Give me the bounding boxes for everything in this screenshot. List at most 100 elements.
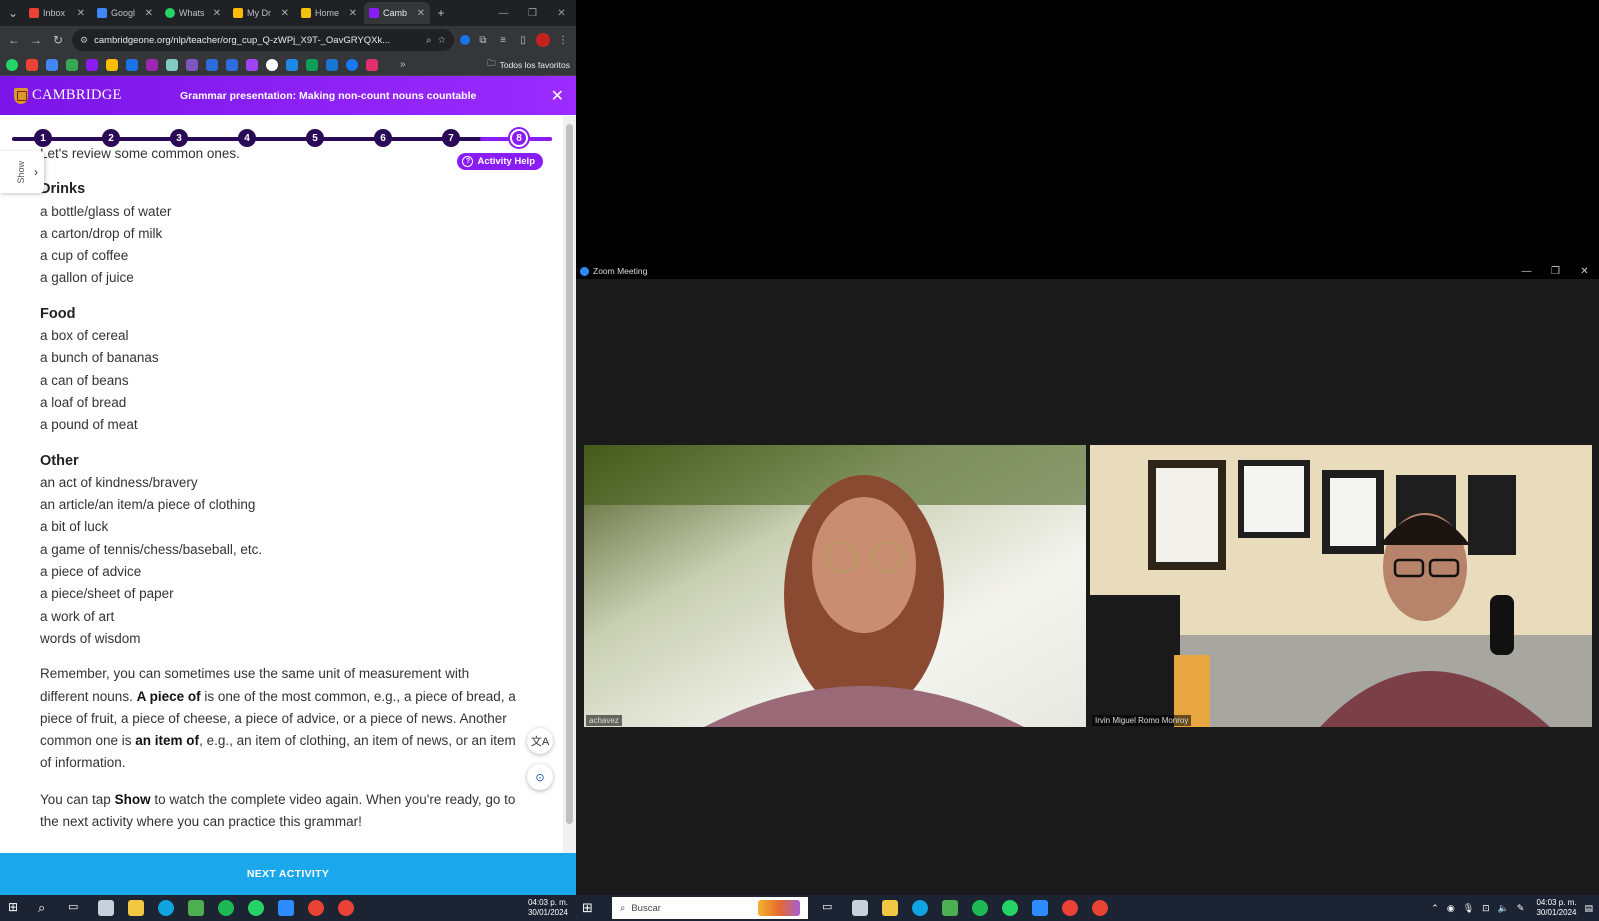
close-icon[interactable]: ✕ xyxy=(213,8,221,19)
chrome-icon[interactable] xyxy=(308,900,324,916)
chrome-profile-icon[interactable] xyxy=(1092,900,1108,916)
facebook-bookmark-icon[interactable] xyxy=(346,58,358,71)
close-icon[interactable]: ✕ xyxy=(417,8,425,19)
spotify-icon[interactable] xyxy=(218,900,234,916)
windows-start-icon[interactable]: ⊞ xyxy=(582,900,598,916)
close-icon[interactable]: ✕ xyxy=(349,8,357,19)
media-icon[interactable]: ≡ xyxy=(496,33,510,47)
profile-avatar[interactable] xyxy=(536,33,550,47)
minecraft-icon[interactable] xyxy=(942,900,958,916)
minecraft-icon[interactable] xyxy=(188,900,204,916)
app-icon[interactable] xyxy=(852,900,868,916)
whatsapp-icon[interactable] xyxy=(248,900,264,916)
bookmark-icon[interactable] xyxy=(246,58,258,71)
taskbar-search[interactable]: ⌕ Buscar xyxy=(612,897,808,919)
microphone-icon[interactable]: 🎙 xyxy=(1463,903,1474,914)
bookmark-icon[interactable] xyxy=(306,58,318,71)
instagram-bookmark-icon[interactable] xyxy=(366,58,378,71)
spotify-icon[interactable] xyxy=(972,900,988,916)
file-explorer-icon[interactable] xyxy=(882,900,898,916)
close-window-icon[interactable]: ✕ xyxy=(1570,266,1599,277)
search-bookmark-icon[interactable] xyxy=(206,58,218,71)
bookmark-icon[interactable] xyxy=(286,58,298,71)
bookmark-icon[interactable] xyxy=(146,58,158,71)
close-icon[interactable]: ✕ xyxy=(281,8,289,19)
task-view-icon[interactable]: ▭ xyxy=(68,900,84,916)
minimize-icon[interactable]: — xyxy=(1512,266,1541,277)
assistant-icon[interactable]: ⊙ xyxy=(527,764,553,790)
step-7[interactable]: 7 xyxy=(442,129,460,147)
edge-icon[interactable] xyxy=(912,900,928,916)
menu-icon[interactable]: ⋮ xyxy=(556,33,570,47)
bookmark-icon[interactable] xyxy=(106,58,118,71)
tab-inbox[interactable]: Inbox ✕ xyxy=(24,2,90,24)
google-bookmark-icon[interactable] xyxy=(266,58,278,71)
side-panel-icon[interactable]: ▯ xyxy=(516,33,530,47)
tab-cambridge[interactable]: Camb ✕ xyxy=(364,2,430,24)
restore-icon[interactable]: ❐ xyxy=(1541,266,1570,277)
zoom-icon[interactable]: ⌕ xyxy=(426,35,431,46)
address-bar[interactable]: ⚙ cambridgeone.org/nlp/teacher/org_cup_Q… xyxy=(72,29,454,51)
app-icon[interactable] xyxy=(98,900,114,916)
webcam-icon[interactable]: ◉ xyxy=(1447,903,1455,914)
content-scrollbar[interactable] xyxy=(563,116,576,853)
site-info-icon[interactable]: ⚙ xyxy=(80,35,88,46)
zoom-icon[interactable] xyxy=(1032,900,1048,916)
back-icon[interactable]: ← xyxy=(6,33,22,47)
reload-icon[interactable]: ↻ xyxy=(50,33,66,47)
tab-drive[interactable]: My Dr ✕ xyxy=(228,2,294,24)
new-tab-button[interactable]: + xyxy=(432,6,450,20)
participant-video-2[interactable]: Irvin Miguel Romo Monroy xyxy=(1090,445,1592,727)
bookmark-icon[interactable] xyxy=(126,58,138,71)
edge-icon[interactable] xyxy=(158,900,174,916)
whatsapp-icon[interactable] xyxy=(1002,900,1018,916)
scrollbar-thumb[interactable] xyxy=(566,124,573,824)
pen-icon[interactable]: ✎ xyxy=(1517,903,1525,914)
step-4[interactable]: 4 xyxy=(238,129,256,147)
step-3[interactable]: 3 xyxy=(170,129,188,147)
step-8[interactable]: 8 xyxy=(510,129,528,147)
show-video-tab[interactable]: Show › xyxy=(0,151,44,193)
close-window-icon[interactable]: ✕ xyxy=(547,8,576,19)
bookmark-icon[interactable] xyxy=(186,58,198,71)
volume-icon[interactable]: 🔈 xyxy=(1498,903,1509,914)
classroom-bookmark-icon[interactable] xyxy=(46,58,58,71)
all-bookmarks-folder[interactable]: 🗀 Todos los favoritos xyxy=(487,58,570,72)
task-view-icon[interactable]: ▭ xyxy=(822,900,838,916)
tab-home[interactable]: Home ✕ xyxy=(296,2,362,24)
network-icon[interactable]: ⊡ xyxy=(1482,903,1490,914)
step-5[interactable]: 5 xyxy=(306,129,324,147)
drive-bookmark-icon[interactable] xyxy=(66,58,78,71)
extension-icon[interactable] xyxy=(460,35,470,45)
more-bookmarks-icon[interactable]: » xyxy=(400,59,406,70)
clock[interactable]: 04:03 p. m. 30/01/2024 xyxy=(528,898,568,918)
chrome-profile-icon[interactable] xyxy=(338,900,354,916)
close-activity-button[interactable]: ✕ xyxy=(551,86,564,106)
search-bookmark-icon[interactable] xyxy=(226,58,238,71)
zoom-icon[interactable] xyxy=(278,900,294,916)
restore-icon[interactable]: ❐ xyxy=(518,8,547,19)
tab-search-icon[interactable]: ⌄ xyxy=(4,6,22,20)
next-activity-button[interactable]: NEXT ACTIVITY xyxy=(0,853,576,895)
chrome-icon[interactable] xyxy=(1062,900,1078,916)
bookmark-icon[interactable] xyxy=(326,58,338,71)
step-6[interactable]: 6 xyxy=(374,129,392,147)
whatsapp-bookmark-icon[interactable] xyxy=(6,58,18,71)
clock[interactable]: 04:03 p. m. 30/01/2024 xyxy=(1536,898,1576,918)
gmail-bookmark-icon[interactable] xyxy=(26,58,38,71)
close-icon[interactable]: ✕ xyxy=(145,8,153,19)
cambridge-bookmark-icon[interactable] xyxy=(86,58,98,71)
search-icon[interactable]: ⌕ xyxy=(38,900,54,916)
extensions-puzzle-icon[interactable]: ⧉ xyxy=(476,33,490,47)
activity-content[interactable]: Let's review some common ones. Drinks a b… xyxy=(0,116,563,853)
tab-google[interactable]: Googl ✕ xyxy=(92,2,158,24)
forward-icon[interactable]: → xyxy=(28,33,44,47)
chevron-up-icon[interactable]: ⌃ xyxy=(1431,903,1439,914)
bookmark-star-icon[interactable]: ☆ xyxy=(437,35,446,46)
close-icon[interactable]: ✕ xyxy=(77,8,85,19)
notifications-icon[interactable]: ▤ xyxy=(1584,903,1593,914)
tab-whatsapp[interactable]: Whats ✕ xyxy=(160,2,226,24)
participant-video-1[interactable]: achavez xyxy=(584,445,1086,727)
step-2[interactable]: 2 xyxy=(102,129,120,147)
file-explorer-icon[interactable] xyxy=(128,900,144,916)
